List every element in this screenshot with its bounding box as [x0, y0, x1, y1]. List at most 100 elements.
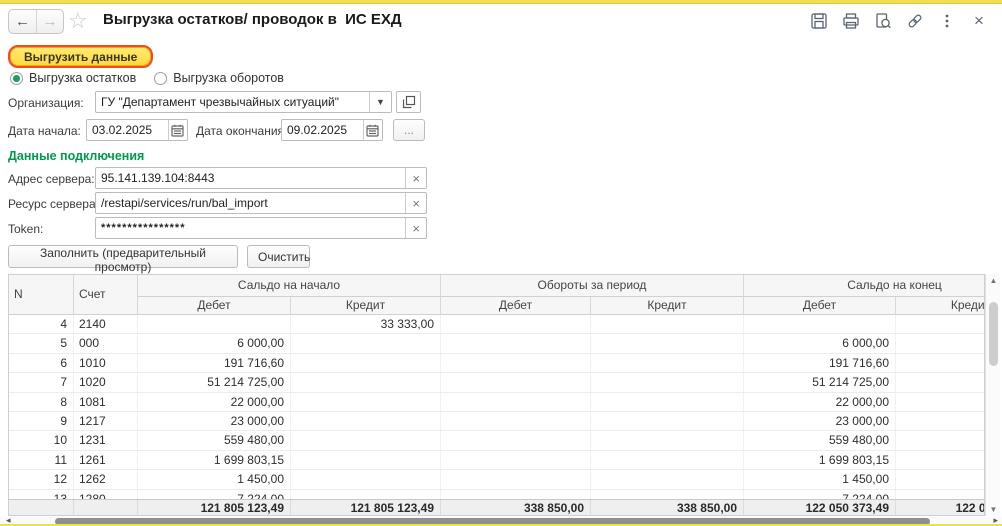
clear-icon: × — [412, 171, 420, 186]
table-row[interactable]: 9121723 000,0023 000,00 — [9, 412, 985, 431]
total-cell: 121 805 123,49 — [291, 500, 441, 516]
group-header-closing-balance: Сальдо на конец — [744, 275, 985, 297]
nav-history-group: ← → — [8, 9, 64, 34]
table-row[interactable]: 61010191 716,60191 716,60 — [9, 354, 985, 373]
table-row[interactable]: 50006 000,006 000,00 — [9, 334, 985, 353]
upload-data-button[interactable]: Выгрузить данные — [8, 45, 153, 68]
table-cell: 1231 — [74, 431, 138, 449]
forward-button[interactable]: → — [36, 10, 63, 33]
more-menu-icon[interactable] — [936, 10, 958, 32]
table-row[interactable]: 7102051 214 725,0051 214 725,00 — [9, 373, 985, 392]
total-cell: 338 850,00 — [591, 500, 744, 516]
table-cell — [591, 431, 744, 449]
save-icon[interactable] — [808, 10, 830, 32]
table-cell: 13 — [9, 490, 74, 499]
organization-dropdown-button[interactable]: ▼ — [369, 92, 391, 112]
table-cell: 9 — [9, 412, 74, 430]
scroll-up-icon[interactable]: ▲ — [986, 276, 1001, 285]
table-cell: 51 214 725,00 — [138, 373, 291, 391]
col-header-credit: Кредит — [896, 297, 985, 315]
table-cell — [896, 315, 985, 333]
server-address-clear-button[interactable]: × — [405, 168, 426, 188]
col-header-debit: Дебет — [441, 297, 591, 315]
table-cell: 1261 — [74, 451, 138, 469]
fill-preview-button[interactable]: Заполнить (предварительный просмотр) — [8, 245, 238, 268]
date-start-input[interactable] — [87, 120, 168, 140]
table-cell — [441, 334, 591, 352]
table-cell — [441, 451, 591, 469]
clear-button[interactable]: Очистить — [247, 245, 310, 268]
vertical-scrollbar[interactable]: ▲ ▼ — [985, 274, 1000, 516]
group-header-opening-balance: Сальдо на начало — [138, 275, 441, 297]
server-address-input[interactable] — [96, 168, 405, 188]
token-label: Token: — [8, 222, 43, 236]
total-cell — [9, 500, 74, 516]
table-cell — [591, 451, 744, 469]
total-cell: 122 050 373,49 — [896, 500, 985, 516]
token-input[interactable] — [96, 218, 405, 238]
server-resource-clear-button[interactable]: × — [405, 193, 426, 213]
table-cell — [291, 412, 441, 430]
radio-turnovers-label: Выгрузка оборотов — [173, 71, 284, 85]
table-cell — [441, 393, 591, 411]
table-cell — [291, 393, 441, 411]
period-more-button[interactable]: ... — [393, 119, 425, 141]
col-header-account: Счет — [74, 275, 138, 315]
table-cell: 4 — [9, 315, 74, 333]
mode-radio-group: Выгрузка остатков Выгрузка оборотов — [10, 71, 284, 85]
table-cell: 6 — [9, 354, 74, 372]
table-cell: 7 224,00 — [744, 490, 896, 499]
date-start-calendar-button[interactable] — [168, 120, 187, 140]
table-cell — [441, 315, 591, 333]
scroll-down-icon[interactable]: ▼ — [986, 505, 1001, 514]
table-row[interactable]: 1312807 224,007 224,00 — [9, 490, 985, 499]
date-end-input[interactable] — [282, 120, 363, 140]
table-row[interactable]: 1212621 450,001 450,00 — [9, 470, 985, 489]
col-header-debit: Дебет — [744, 297, 896, 315]
table-row[interactable]: 4214033 333,00 — [9, 315, 985, 334]
organization-input[interactable] — [96, 92, 369, 112]
close-icon[interactable]: × — [968, 10, 990, 32]
table-cell: 33 333,00 — [291, 315, 441, 333]
date-end-calendar-button[interactable] — [363, 120, 382, 140]
favorite-star-icon[interactable]: ☆ — [68, 8, 88, 34]
totals-row: 121 805 123,49121 805 123,49338 850,0033… — [9, 499, 985, 516]
preview-search-icon[interactable] — [872, 10, 894, 32]
radio-balances[interactable]: Выгрузка остатков — [10, 71, 136, 85]
table-cell: 1262 — [74, 470, 138, 488]
table-cell — [441, 470, 591, 488]
table-cell — [291, 470, 441, 488]
date-start-label: Дата начала: — [8, 124, 81, 138]
server-address-label: Адрес сервера: — [8, 172, 95, 186]
table-row[interactable]: 8108122 000,0022 000,00 — [9, 393, 985, 412]
token-clear-button[interactable]: × — [405, 218, 426, 238]
table-cell: 1020 — [74, 373, 138, 391]
table-row[interactable]: 101231559 480,00559 480,00 — [9, 431, 985, 450]
radio-turnovers[interactable]: Выгрузка оборотов — [154, 71, 284, 85]
col-header-n: N — [9, 275, 74, 315]
table-cell — [591, 373, 744, 391]
print-icon[interactable] — [840, 10, 862, 32]
table-cell — [896, 373, 985, 391]
link-icon[interactable] — [904, 10, 926, 32]
table-cell — [896, 354, 985, 372]
organization-label: Организация: — [8, 96, 84, 110]
organization-open-button[interactable] — [396, 91, 421, 113]
table-cell: 1 450,00 — [138, 470, 291, 488]
table-cell: 6 000,00 — [138, 334, 291, 352]
table-row[interactable]: 1112611 699 803,151 699 803,15 — [9, 451, 985, 470]
radio-selected-icon — [10, 72, 23, 85]
table-cell: 191 716,60 — [138, 354, 291, 372]
server-resource-input[interactable] — [96, 193, 405, 213]
total-cell: 122 050 373,49 — [744, 500, 896, 516]
table-cell: 10 — [9, 431, 74, 449]
back-button[interactable]: ← — [9, 10, 36, 33]
table-cell: 1280 — [74, 490, 138, 499]
vertical-scroll-thumb[interactable] — [989, 302, 998, 366]
open-form-icon — [402, 95, 416, 109]
col-header-credit: Кредит — [291, 297, 441, 315]
table-cell: 000 — [74, 334, 138, 352]
table-cell — [291, 490, 441, 499]
server-resource-label: Ресурс сервера: — [8, 197, 99, 211]
table-cell — [591, 334, 744, 352]
